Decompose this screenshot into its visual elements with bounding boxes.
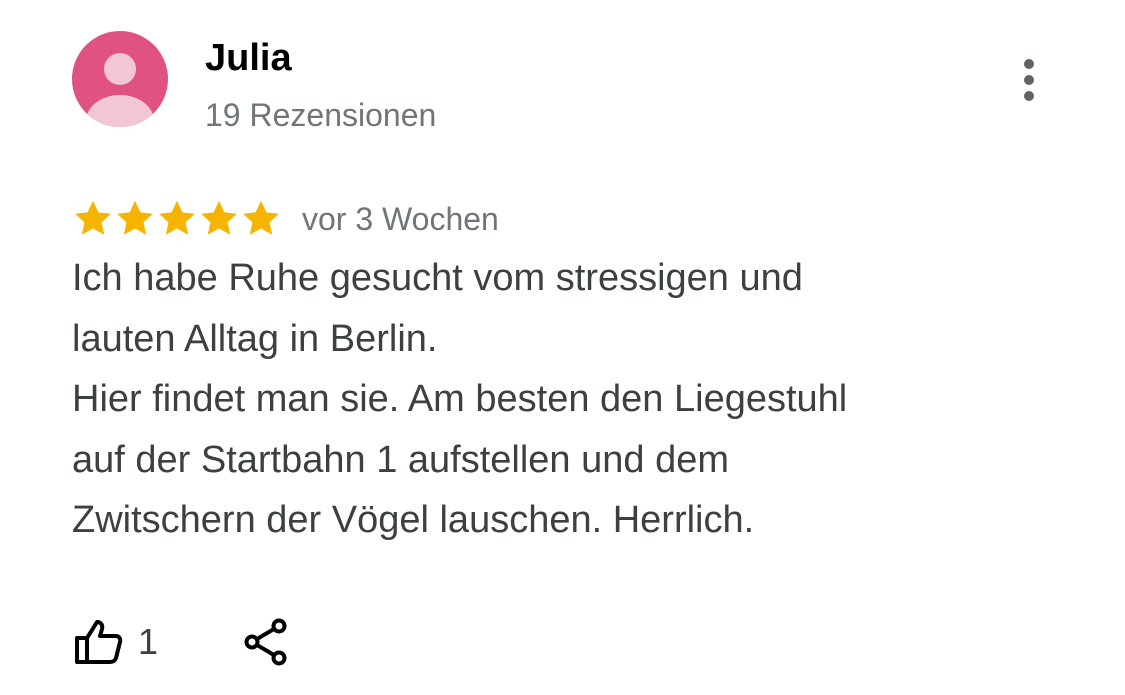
star-rating	[72, 197, 282, 241]
more-options-button[interactable]	[1008, 52, 1050, 108]
share-button[interactable]	[242, 617, 290, 667]
like-count: 1	[138, 621, 159, 662]
share-icon	[244, 618, 287, 666]
review-text: Ich habe Ruhe gesucht vom stressigen und…	[72, 248, 972, 551]
more-vertical-icon	[1024, 59, 1034, 101]
author-name[interactable]: Julia	[205, 36, 292, 80]
star-icon	[201, 200, 237, 235]
author-review-count: 19 Rezensionen	[205, 97, 437, 133]
author-avatar[interactable]	[72, 31, 168, 127]
review-text-line: lauten Alltag in Berlin.	[72, 317, 438, 360]
review-text-line: Zwitschern der Vögel lauschen. Herrlich.	[72, 499, 755, 541]
star-icon	[75, 200, 111, 235]
star-icon	[159, 200, 195, 235]
rating-row: vor 3 Wochen	[72, 194, 499, 244]
like-button[interactable]: 1	[72, 618, 158, 666]
star-icon	[243, 200, 279, 235]
person-avatar-icon	[72, 31, 168, 127]
star-icon	[117, 200, 153, 235]
review-date: vor 3 Wochen	[302, 201, 499, 237]
thumbs-up-icon	[75, 620, 123, 664]
review-text-line: Ich habe Ruhe gesucht vom stressigen und	[72, 257, 803, 299]
review-text-line: auf der Startbahn 1 aufstellen und dem	[72, 438, 730, 481]
review-text-line: Hier findet man sie. Am besten den Liege…	[72, 378, 848, 420]
review-actions: 1	[72, 612, 290, 672]
